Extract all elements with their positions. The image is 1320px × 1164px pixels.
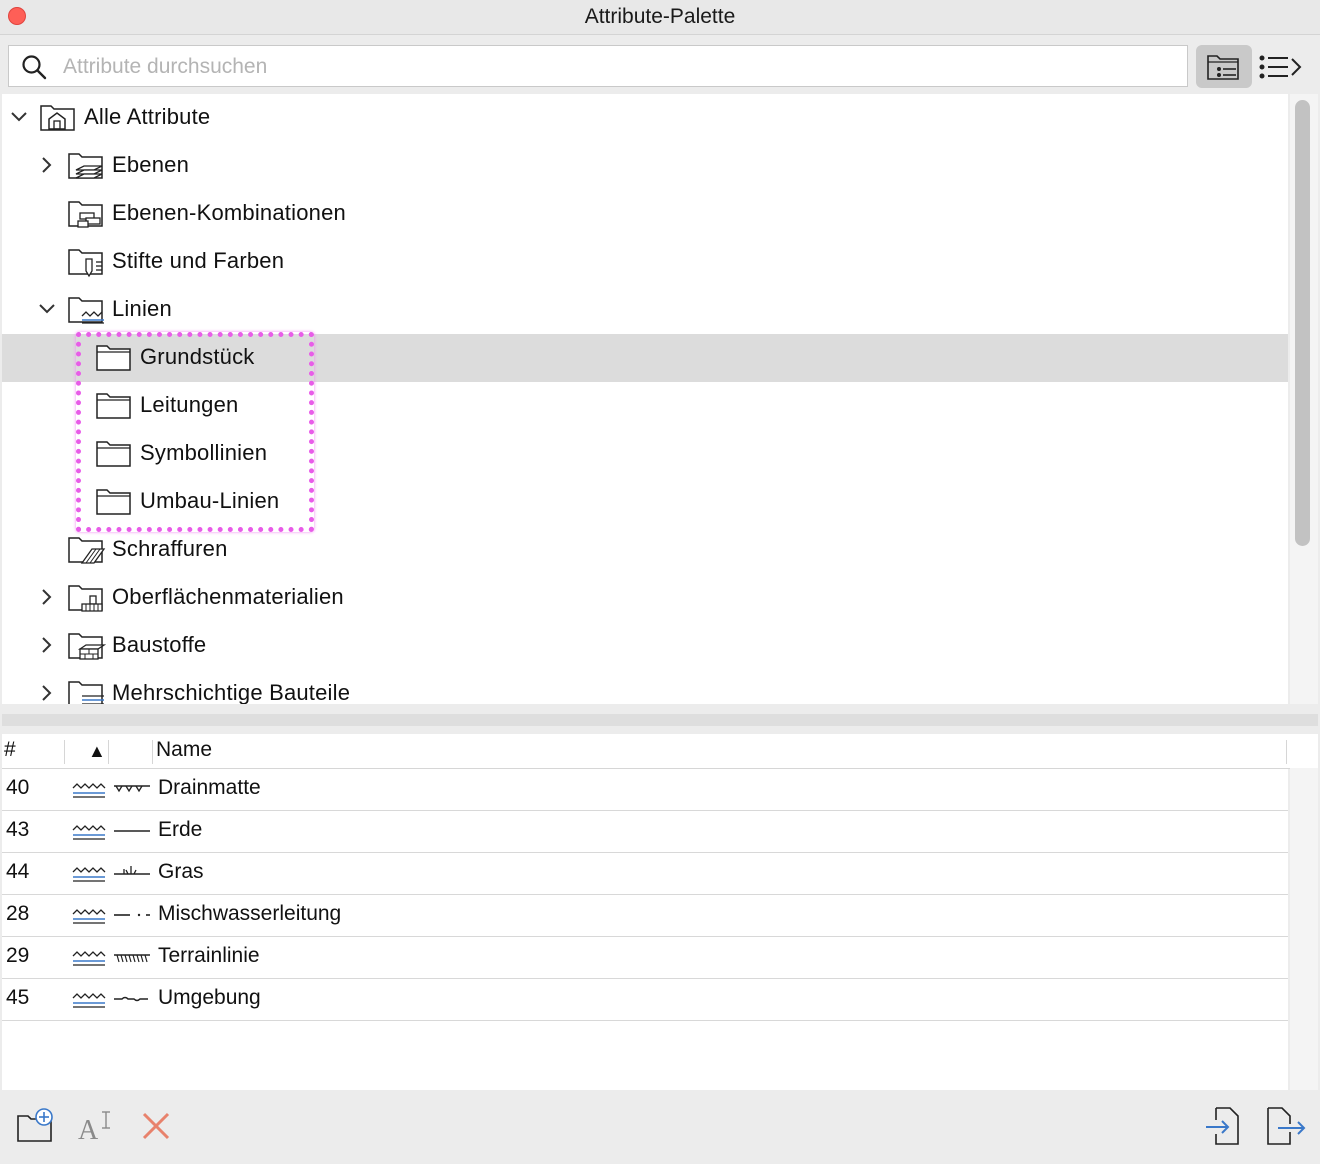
search-icon	[21, 54, 47, 85]
table-row[interactable]: 43 Erde	[2, 810, 1288, 853]
chevron-right-icon[interactable]	[38, 684, 56, 702]
row-number: 44	[6, 860, 30, 883]
bottom-toolbar: A	[0, 1090, 1320, 1164]
folder-pens-icon	[68, 249, 103, 278]
row-number: 29	[6, 944, 30, 967]
highlight-annotation	[76, 332, 314, 532]
tree-item-ebenen-kombinationen[interactable]: Ebenen-Kombinationen	[2, 190, 1288, 238]
tree-item-label: Ebenen-Kombinationen	[112, 200, 346, 225]
tree-item-label: Oberflächenmaterialien	[112, 584, 344, 609]
chevron-right-icon[interactable]	[38, 636, 56, 654]
pane-splitter[interactable]	[0, 704, 1320, 734]
search-field[interactable]	[8, 45, 1188, 87]
folder-surfaces-icon	[68, 585, 103, 612]
search-input[interactable]	[61, 51, 1165, 83]
delete-button[interactable]	[140, 1106, 174, 1144]
row-name: Umgebung	[158, 986, 261, 1009]
tree-item-stifte-und-farben[interactable]: Stifte und Farben	[2, 238, 1288, 286]
svg-text:A: A	[78, 1115, 99, 1144]
row-name: Erde	[158, 818, 203, 841]
attribute-table: # ▲ Name 40 Drainmatte 43 Erde 44 Gras 2…	[2, 734, 1318, 1090]
tree-item-label: Alle Attribute	[84, 104, 211, 129]
rename-button[interactable]: A	[78, 1106, 118, 1144]
chevron-right-icon[interactable]	[38, 156, 56, 174]
tree-item-mehrschichtige-bauteile[interactable]: Mehrschichtige Bauteile	[2, 670, 1288, 704]
table-row[interactable]: 45 Umgebung	[2, 978, 1288, 1021]
gras-line-pattern-icon	[114, 866, 150, 875]
tree-item-schraffuren[interactable]: Schraffuren	[2, 526, 1288, 574]
tree-item-baustoffe[interactable]: Baustoffe	[2, 622, 1288, 670]
row-number: 40	[6, 776, 30, 799]
table-header: # ▲ Name	[2, 734, 1318, 769]
row-name: Terrainlinie	[158, 944, 260, 967]
tree-view-toggle-button[interactable]	[1196, 45, 1252, 88]
table-scrollbar[interactable]	[1290, 768, 1318, 1090]
folder-tree-view-icon	[1207, 55, 1239, 80]
tree-scrollbar[interactable]	[1290, 94, 1318, 704]
folder-house-icon	[40, 105, 75, 131]
chevron-down-icon[interactable]	[10, 108, 28, 126]
tree-item-label: Baustoffe	[112, 632, 207, 657]
sort-ascending-icon[interactable]: ▲	[88, 741, 106, 762]
line-type-icon	[72, 993, 106, 1008]
row-number: 43	[6, 818, 30, 841]
umgebung-line-pattern-icon	[114, 996, 148, 1002]
tree-item-ebenen[interactable]: Ebenen	[2, 142, 1288, 190]
list-view-toggle-button[interactable]	[1258, 52, 1304, 87]
chevron-right-icon[interactable]	[38, 588, 56, 606]
drainmatte-line-pattern-icon	[114, 785, 150, 793]
folder-fills-icon	[68, 537, 106, 564]
table-row[interactable]: 44 Gras	[2, 852, 1288, 895]
tree-item-oberflaechenmaterialien[interactable]: Oberflächenmaterialien	[2, 574, 1288, 622]
export-button[interactable]	[1264, 1106, 1308, 1146]
tree-item-label: Schraffuren	[112, 536, 228, 561]
line-type-icon	[72, 825, 106, 840]
tree-item-label: Mehrschichtige Bauteile	[112, 680, 351, 704]
tree-item-alle-attribute[interactable]: Alle Attribute	[2, 94, 1288, 142]
new-folder-button[interactable]	[16, 1106, 56, 1144]
folder-composites-icon	[68, 681, 104, 704]
tree-item-label: Linien	[112, 296, 172, 321]
table-row[interactable]: 40 Drainmatte	[2, 768, 1288, 811]
column-header-index[interactable]: #	[4, 738, 16, 762]
line-type-icon	[72, 867, 106, 882]
tree-item-label: Ebenen	[112, 152, 190, 177]
erde-line-pattern-icon	[114, 830, 150, 832]
folder-building-materials-icon	[68, 633, 106, 660]
chevron-down-icon[interactable]	[38, 300, 56, 318]
row-name: Drainmatte	[158, 776, 261, 799]
title-bar: Attribute-Palette	[0, 0, 1320, 35]
mischwasser-line-pattern-icon	[114, 913, 150, 917]
window-title: Attribute-Palette	[584, 5, 736, 28]
row-name: Mischwasserleitung	[158, 902, 342, 925]
line-type-icon	[72, 783, 106, 798]
row-name: Gras	[158, 860, 204, 883]
list-view-icon	[1259, 55, 1302, 79]
row-number: 45	[6, 986, 30, 1009]
import-button[interactable]	[1204, 1106, 1244, 1146]
folder-layer-combinations-icon	[68, 201, 103, 228]
table-row[interactable]: 29 Terrainlinie	[2, 936, 1288, 979]
tree-item-linien[interactable]: Linien	[2, 286, 1288, 334]
tree-scrollbar-thumb[interactable]	[1295, 100, 1310, 546]
table-row[interactable]: 28 Mischwasserleitung	[2, 894, 1288, 937]
line-type-icon	[72, 909, 106, 924]
line-type-icon	[72, 951, 106, 966]
folder-lines-icon	[68, 297, 104, 324]
folder-layers-icon	[68, 153, 103, 179]
column-header-name[interactable]: Name	[156, 738, 212, 762]
tree-item-label: Stifte und Farben	[112, 248, 285, 273]
terrain-line-pattern-icon	[114, 954, 150, 963]
row-number: 28	[6, 902, 30, 925]
